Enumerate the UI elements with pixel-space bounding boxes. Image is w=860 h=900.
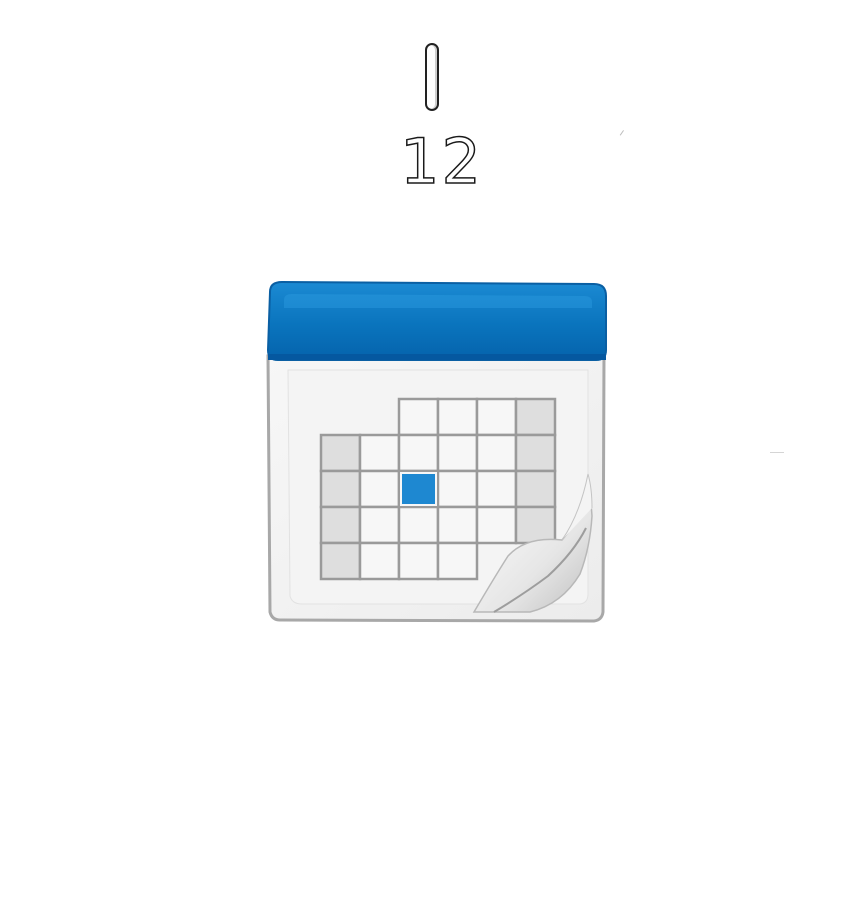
calendar-day-cell: [319, 469, 362, 509]
calendar-day-cell: [436, 397, 479, 437]
stray-mark: [770, 452, 784, 453]
calendar-day-cell: [514, 505, 557, 545]
calendar-day-cell: [358, 433, 401, 473]
vertical-bar-icon: [425, 43, 439, 111]
calendar-day-cell: [514, 469, 557, 509]
calendar-icon: [262, 278, 612, 628]
calendar-day-cell: [397, 505, 440, 545]
calendar-day-cell: [475, 505, 518, 545]
calendar-day-cell: [475, 433, 518, 473]
calendar-day-cell: [319, 505, 362, 545]
calendar-day-cell: [514, 397, 557, 437]
calendar-header: [266, 280, 607, 361]
calendar-highlighted-day: [402, 474, 435, 504]
calendar-day-cell: [397, 397, 440, 437]
calendar-day-cell: [475, 469, 518, 509]
calendar-day-cell: [319, 541, 362, 581]
calendar-day-cell: [358, 541, 401, 581]
stray-mark: [619, 130, 628, 138]
calendar-day-cell: [358, 505, 401, 545]
calendar-day-cell: [436, 541, 479, 581]
calendar-day-cell: [436, 433, 479, 473]
calendar-day-cell: [436, 469, 479, 509]
calendar-day-cell: [319, 433, 362, 473]
calendar-day-cell: [397, 433, 440, 473]
day-number: 12: [399, 124, 483, 199]
calendar-day-cell: [475, 397, 518, 437]
calendar-day-cell: [358, 469, 401, 509]
calendar-day-cell: [436, 505, 479, 545]
calendar-day-cell: [397, 541, 440, 581]
calendar-day-cell: [514, 433, 557, 473]
